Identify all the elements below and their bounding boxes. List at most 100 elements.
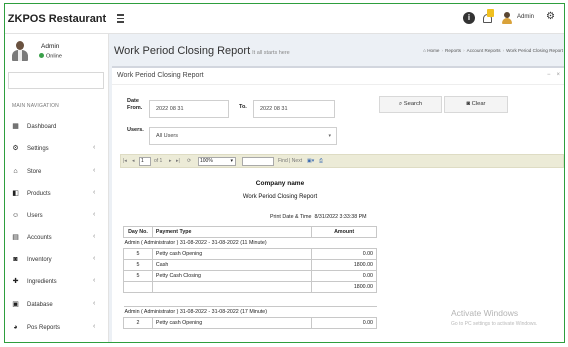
cell-amount: 0.00 bbox=[311, 317, 377, 329]
sidebar-toggle-icon[interactable] bbox=[117, 14, 124, 23]
collapse-icon[interactable]: − bbox=[547, 72, 551, 78]
user-icon: ☺ bbox=[12, 212, 20, 219]
sidebar-item-label: Pos Reports bbox=[27, 325, 61, 331]
windows-activation-hint: Go to PC settings to activate Windows. bbox=[451, 321, 538, 327]
page-title-text: Work Period Closing Report bbox=[114, 45, 251, 57]
report-company-name: Company name bbox=[255, 180, 305, 187]
sidebar-item-label: Settings bbox=[27, 146, 49, 152]
next-page-icon[interactable]: ▸ bbox=[169, 157, 172, 165]
cell-day: 2 bbox=[123, 317, 153, 329]
find-next-links[interactable]: Find | Next bbox=[278, 157, 302, 165]
sidebar-nav-header: MAIN NAVIGATION bbox=[12, 103, 59, 109]
database-icon: ▣ bbox=[12, 301, 19, 308]
chevron-left-icon: ‹ bbox=[93, 255, 96, 262]
chevron-left-icon: ‹ bbox=[93, 167, 96, 174]
print-icon[interactable]: ⎙ bbox=[319, 157, 323, 165]
sidebar-item-inventory[interactable]: ◙ Inventory ‹ bbox=[5, 255, 109, 267]
truck-icon: ◙ bbox=[13, 256, 18, 263]
refresh-icon[interactable]: ⟳ bbox=[187, 157, 191, 165]
sidebar-item-label: Dashboard bbox=[27, 124, 57, 130]
breadcrumb-account-reports[interactable]: Account Reports bbox=[467, 48, 501, 53]
prev-page-icon[interactable]: ◂ bbox=[132, 157, 135, 165]
sidebar-item-accounts[interactable]: ▤ Accounts ‹ bbox=[5, 233, 109, 245]
page-number-input[interactable]: 1 bbox=[139, 157, 151, 166]
cell-day: 5 bbox=[123, 270, 153, 282]
windows-activation-watermark: Activate Windows bbox=[451, 308, 519, 318]
report-title: Work Period Closing Report bbox=[242, 194, 318, 200]
sidebar-item-dashboard[interactable]: ▦ Dashboard bbox=[5, 122, 109, 134]
divider bbox=[112, 84, 564, 85]
cell-payment-type: Petty cash Opening bbox=[151, 248, 313, 260]
sidebar-search-input[interactable] bbox=[8, 72, 104, 89]
brand-logo[interactable]: ZKPOS Restaurant bbox=[5, 4, 109, 34]
chevron-left-icon: ‹ bbox=[93, 233, 96, 240]
chevron-left-icon: ‹ bbox=[93, 300, 96, 307]
breadcrumb-reports[interactable]: Reports bbox=[445, 48, 461, 53]
group-total: 1800.00 bbox=[311, 281, 377, 293]
ledger-icon: ▤ bbox=[12, 234, 19, 241]
spacer-row bbox=[123, 292, 377, 307]
users-select-value: All Users bbox=[156, 133, 179, 139]
dashboard-icon: ▦ bbox=[12, 123, 19, 130]
cell-amount: 1800.00 bbox=[311, 259, 377, 271]
sidebar-item-ingredients[interactable]: ✚ Ingredients ‹ bbox=[5, 277, 109, 289]
box-icon: ◧ bbox=[12, 190, 19, 197]
top-navbar: ZKPOS Restaurant i Admin ⚙ bbox=[5, 4, 564, 34]
first-page-icon[interactable]: |◂ bbox=[123, 157, 127, 165]
sidebar-item-store[interactable]: ⌂ Store ‹ bbox=[5, 167, 109, 179]
sidebar-item-label: Products bbox=[27, 191, 51, 197]
info-icon[interactable]: i bbox=[463, 12, 475, 24]
zoom-select[interactable]: 100% ▾ bbox=[198, 157, 236, 166]
sidebar-item-label: Database bbox=[27, 302, 53, 308]
clear-button[interactable]: ◙ Clear bbox=[444, 96, 508, 113]
sidebar-item-label: Accounts bbox=[27, 235, 52, 241]
notification-badge bbox=[487, 9, 494, 17]
sidebar-item-users[interactable]: ☺ Users ‹ bbox=[5, 211, 109, 223]
date-to-input[interactable]: 2022 08 31 bbox=[253, 100, 335, 118]
user-avatar-icon[interactable] bbox=[501, 12, 513, 24]
group-header: Admin ( Administrator ) 31-08-2022 - 31-… bbox=[123, 237, 377, 249]
notification-bell-icon[interactable] bbox=[483, 9, 494, 25]
chevron-left-icon: ‹ bbox=[93, 144, 96, 151]
search-button-label: Search bbox=[403, 101, 423, 107]
cell-day: 5 bbox=[123, 259, 153, 271]
search-button[interactable]: ⌕ Search bbox=[379, 96, 442, 113]
cell-day: 5 bbox=[123, 248, 153, 260]
sidebar: Admin Online MAIN NAVIGATION ▦ Dashboard… bbox=[5, 34, 109, 342]
export-icon[interactable]: ▣▾ bbox=[307, 157, 314, 165]
table-row: 5 Cash 1800.00 bbox=[123, 259, 377, 271]
sidebar-user-panel: Admin Online bbox=[11, 40, 103, 66]
online-status-label: Online bbox=[46, 53, 62, 60]
users-select[interactable]: All Users ▾ bbox=[149, 127, 337, 145]
sidebar-item-database[interactable]: ▣ Database ‹ bbox=[5, 300, 109, 312]
date-to-label: To. bbox=[239, 104, 247, 110]
users-label: Users. bbox=[127, 127, 144, 133]
sidebar-item-pos-reports[interactable]: ◕ Pos Reports ‹ bbox=[5, 323, 109, 335]
cell-payment-type bbox=[151, 281, 313, 293]
home-icon: ⌂ bbox=[13, 168, 18, 175]
column-header-day: Day No. bbox=[123, 226, 153, 238]
chevron-down-icon: ▾ bbox=[328, 133, 331, 139]
sidebar-item-settings[interactable]: ⚙ Settings ‹ bbox=[5, 144, 109, 156]
page-title: Work Period Closing Report It all starts … bbox=[114, 45, 290, 57]
settings-gear-icon[interactable]: ⚙ bbox=[546, 11, 555, 23]
chevron-left-icon: ‹ bbox=[93, 323, 96, 330]
table-header-row: Day No. Payment Type Amount bbox=[123, 226, 377, 238]
sidebar-item-products[interactable]: ◧ Products ‹ bbox=[5, 189, 109, 201]
sidebar-item-label: Ingredients bbox=[27, 279, 57, 285]
date-from-input[interactable]: 2022 08 31 bbox=[149, 100, 229, 118]
gear-icon: ⚙ bbox=[12, 145, 19, 152]
chevron-left-icon: ‹ bbox=[93, 277, 96, 284]
print-date-label: Print Date & Time bbox=[270, 214, 312, 220]
close-icon[interactable]: × bbox=[556, 72, 560, 78]
last-page-icon[interactable]: ▸| bbox=[176, 157, 180, 165]
page-subtitle: It all starts here bbox=[252, 50, 290, 56]
table-row: 5 Petty cash Opening 0.00 bbox=[123, 248, 377, 260]
find-input[interactable] bbox=[242, 157, 274, 166]
table-row: 2 Petty cash Opening 0.00 bbox=[123, 317, 377, 329]
sidebar-item-label: Users bbox=[27, 213, 43, 219]
spacer-cell bbox=[123, 292, 377, 307]
user-menu-label[interactable]: Admin bbox=[517, 14, 534, 20]
breadcrumb-home[interactable]: Home bbox=[427, 48, 439, 53]
breadcrumb-current: Work Period Closing Report bbox=[506, 48, 563, 53]
